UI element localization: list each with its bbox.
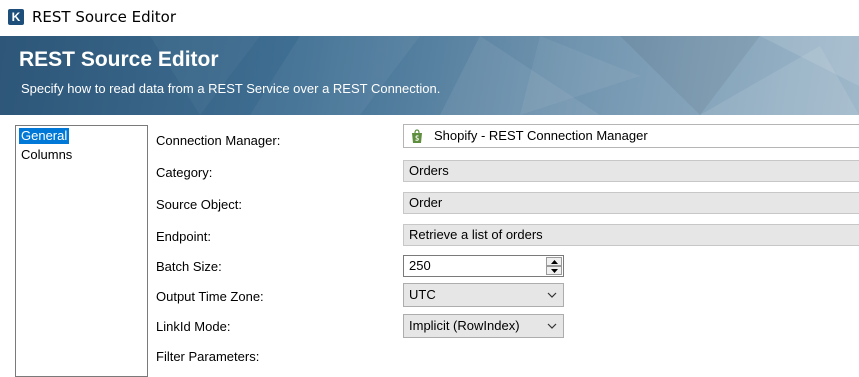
connection-manager-field[interactable]: Shopify - REST Connection Manager bbox=[403, 124, 859, 148]
connection-manager-label: Connection Manager: bbox=[156, 133, 281, 148]
category-field: Orders bbox=[403, 160, 859, 182]
decrement-button[interactable] bbox=[546, 266, 562, 275]
page-nav-list: General Columns bbox=[15, 125, 148, 377]
endpoint-field: Retrieve a list of orders bbox=[403, 224, 859, 246]
connection-manager-value: Shopify - REST Connection Manager bbox=[434, 128, 648, 143]
window-title-bar: K REST Source Editor bbox=[0, 0, 859, 36]
increment-button[interactable] bbox=[546, 257, 562, 266]
batch-size-value: 250 bbox=[409, 258, 431, 273]
endpoint-label: Endpoint: bbox=[156, 229, 211, 244]
nav-item-columns[interactable]: Columns bbox=[19, 147, 74, 163]
arrow-down-icon bbox=[550, 268, 558, 273]
filter-parameters-label: Filter Parameters: bbox=[156, 349, 260, 364]
linkid-mode-label: LinkId Mode: bbox=[156, 319, 231, 334]
chevron-down-icon bbox=[547, 292, 557, 298]
arrow-up-icon bbox=[550, 259, 558, 264]
banner-title: REST Source Editor bbox=[19, 48, 219, 71]
output-time-zone-value: UTC bbox=[409, 287, 436, 302]
linkid-mode-select[interactable]: Implicit (RowIndex) bbox=[403, 314, 564, 338]
banner-subtitle: Specify how to read data from a REST Ser… bbox=[21, 81, 441, 96]
chevron-down-icon bbox=[547, 323, 557, 329]
nav-item-general[interactable]: General bbox=[19, 128, 70, 144]
output-time-zone-select[interactable]: UTC bbox=[403, 283, 564, 307]
category-label: Category: bbox=[156, 165, 213, 180]
shopify-bag-icon bbox=[412, 129, 422, 143]
output-time-zone-label: Output Time Zone: bbox=[156, 289, 264, 304]
window-title: REST Source Editor bbox=[32, 8, 177, 26]
batch-size-label: Batch Size: bbox=[156, 259, 222, 274]
batch-size-stepper[interactable]: 250 bbox=[403, 255, 564, 277]
app-logo-icon: K bbox=[8, 9, 24, 25]
source-object-label: Source Object: bbox=[156, 197, 242, 212]
header-banner: REST Source Editor Specify how to read d… bbox=[0, 36, 859, 115]
linkid-mode-value: Implicit (RowIndex) bbox=[409, 318, 520, 333]
stepper-buttons bbox=[546, 257, 562, 275]
source-object-field: Order bbox=[403, 192, 859, 214]
